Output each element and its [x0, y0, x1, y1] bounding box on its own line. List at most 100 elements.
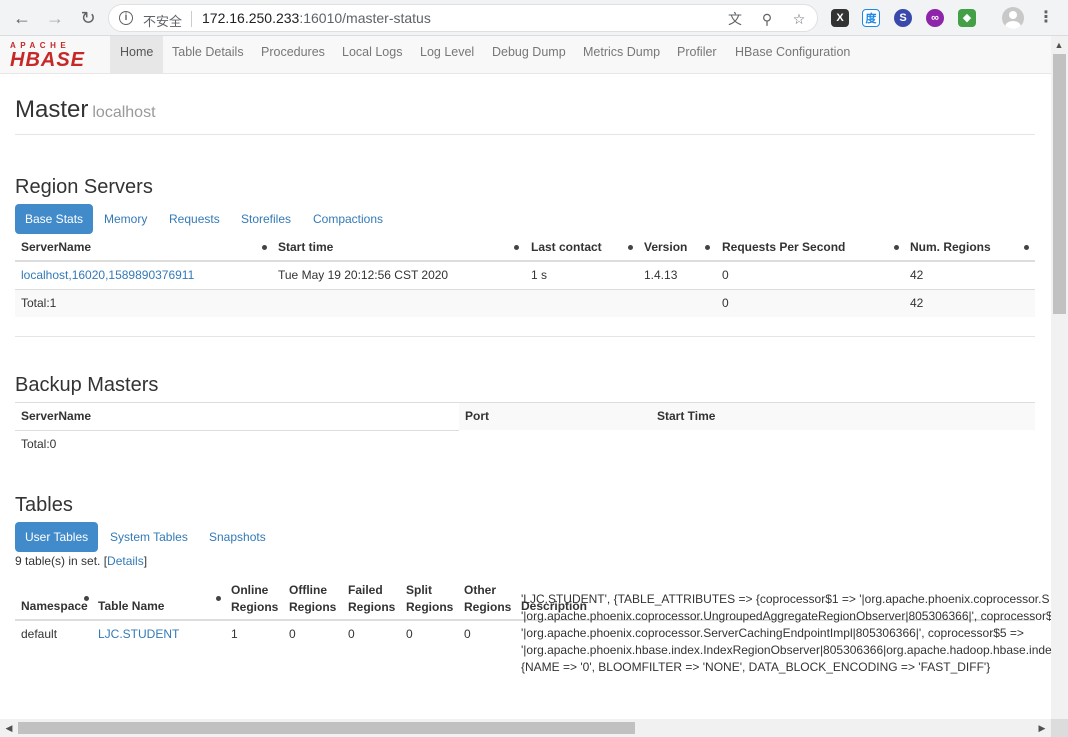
table-row: [459, 403, 1035, 430]
nav-hbase-configuration[interactable]: HBase Configuration: [725, 36, 860, 73]
col-port: Port: [465, 409, 489, 423]
info-icon[interactable]: i: [119, 11, 133, 25]
tab-system-tables[interactable]: System Tables: [100, 522, 198, 552]
sort-icon[interactable]: [705, 245, 710, 250]
server-start-time: Tue May 19 20:12:56 CST 2020: [278, 268, 449, 282]
col-table-name[interactable]: Table Name: [98, 599, 164, 613]
extension-du-icon[interactable]: 度: [862, 9, 880, 27]
col-other-regions[interactable]: Other Regions: [464, 582, 511, 616]
hbase-navbar: APACHE HBASE Home Table Details Procedur…: [0, 36, 1051, 74]
tab-compactions[interactable]: Compactions: [303, 204, 393, 234]
col-failed-regions[interactable]: Failed Regions: [348, 582, 395, 616]
nav-home[interactable]: Home: [110, 36, 164, 73]
nav-local-logs[interactable]: Local Logs: [332, 36, 412, 73]
col-servername: ServerName: [21, 409, 92, 423]
sort-icon[interactable]: [628, 245, 633, 250]
reload-icon[interactable]: ↻: [77, 7, 99, 29]
back-arrow-icon[interactable]: ←: [11, 7, 33, 29]
vertical-scroll-thumb[interactable]: [1053, 54, 1066, 314]
table-namespace: default: [21, 627, 58, 641]
server-regions: 42: [910, 268, 924, 282]
extension-circle-icon[interactable]: ∞: [926, 9, 944, 27]
server-rps: 0: [722, 268, 729, 282]
col-last-contact[interactable]: Last contact: [531, 240, 602, 254]
table-other-regions: 0: [464, 627, 471, 641]
table-count: 9 table(s) in set. [Details]: [15, 554, 148, 568]
hbase-logo[interactable]: APACHE HBASE: [10, 41, 102, 70]
col-requests-per-second[interactable]: Requests Per Second: [722, 240, 845, 254]
tables-heading: Tables: [15, 494, 73, 516]
url-text[interactable]: 172.16.250.233:16010/master-status: [202, 10, 431, 26]
browser-toolbar: ← → ↻ i 不安全 172.16.250.233:16010/master-…: [0, 0, 1068, 36]
region-servers-heading: Region Servers: [15, 176, 153, 198]
table-split-regions: 0: [406, 627, 413, 641]
col-start-time: Start Time: [657, 409, 716, 423]
more-menu-icon[interactable]: ⋮: [1036, 8, 1056, 28]
table-description: 'LJC.STUDENT', {TABLE_ATTRIBUTES => {cop…: [521, 592, 1051, 674]
scroll-left-icon[interactable]: ◀: [2, 721, 16, 735]
nav-debug-dump[interactable]: Debug Dump: [482, 36, 576, 73]
security-label: 不安全: [143, 14, 183, 29]
col-servername[interactable]: ServerName: [21, 240, 91, 254]
tab-base-stats[interactable]: Base Stats: [15, 204, 94, 234]
col-offline-regions[interactable]: Offline Regions: [289, 582, 336, 616]
details-link[interactable]: Details: [107, 554, 144, 568]
col-split-regions[interactable]: Split Regions: [406, 582, 453, 616]
total-servers: Total:1: [21, 296, 57, 310]
tab-user-tables[interactable]: User Tables: [15, 522, 99, 552]
sort-icon[interactable]: [1024, 245, 1029, 250]
col-online-regions[interactable]: Online Regions: [231, 582, 278, 616]
extension-s-icon[interactable]: S: [894, 9, 912, 27]
page-title: Master localhost: [15, 96, 156, 123]
zoom-icon[interactable]: ⚲: [759, 11, 775, 27]
server-version: 1.4.13: [644, 268, 678, 282]
forward-arrow-icon[interactable]: →: [44, 7, 66, 29]
table-failed-regions: 0: [348, 627, 355, 641]
nav-metrics-dump[interactable]: Metrics Dump: [573, 36, 670, 73]
sort-icon[interactable]: [514, 245, 519, 250]
nav-procedures[interactable]: Procedures: [251, 36, 335, 73]
col-namespace[interactable]: Namespace: [21, 599, 88, 613]
table-name-link[interactable]: LJC.STUDENT: [98, 627, 179, 641]
table-online-regions: 1: [231, 627, 238, 641]
row-divider: [15, 430, 459, 431]
table-header-line: [15, 260, 1035, 262]
address-bar[interactable]: i 不安全 172.16.250.233:16010/master-status…: [108, 4, 818, 32]
profile-avatar[interactable]: [1002, 7, 1024, 29]
divider: [15, 336, 1035, 337]
col-num-regions[interactable]: Num. Regions: [910, 240, 991, 254]
page-viewport: APACHE HBASE Home Table Details Procedur…: [0, 36, 1051, 719]
extension-cube-icon[interactable]: ◆: [958, 9, 976, 27]
nav-table-details[interactable]: Table Details: [162, 36, 254, 73]
tab-requests[interactable]: Requests: [159, 204, 230, 234]
tab-storefiles[interactable]: Storefiles: [231, 204, 301, 234]
scroll-up-icon[interactable]: ▲: [1052, 38, 1066, 52]
scrollbar-corner: [1051, 719, 1068, 737]
nav-log-level[interactable]: Log Level: [410, 36, 484, 73]
row-divider: [15, 289, 1035, 290]
col-version[interactable]: Version: [644, 240, 687, 254]
tab-snapshots[interactable]: Snapshots: [199, 522, 276, 552]
scroll-right-icon[interactable]: ▶: [1035, 721, 1049, 735]
table-offline-regions: 0: [289, 627, 296, 641]
total-rps: 0: [722, 296, 729, 310]
horizontal-scroll-thumb[interactable]: [18, 722, 635, 734]
total-backup-masters: Total:0: [21, 437, 57, 451]
master-host: localhost: [92, 104, 156, 121]
total-regions: 42: [910, 296, 924, 310]
table-row: [15, 289, 1035, 317]
tab-memory[interactable]: Memory: [94, 204, 157, 234]
server-link[interactable]: localhost,16020,1589890376911: [21, 268, 194, 282]
sort-icon[interactable]: [216, 596, 221, 601]
divider: [15, 134, 1035, 135]
extension-x-icon[interactable]: X: [831, 9, 849, 27]
translate-icon[interactable]: 文: [727, 11, 743, 27]
omnibox-divider: [191, 11, 192, 27]
backup-masters-heading: Backup Masters: [15, 374, 159, 396]
col-start-time[interactable]: Start time: [278, 240, 333, 254]
bookmark-star-icon[interactable]: ☆: [791, 11, 807, 27]
sort-icon[interactable]: [262, 245, 267, 250]
sort-icon[interactable]: [894, 245, 899, 250]
nav-profiler[interactable]: Profiler: [667, 36, 727, 73]
sort-icon[interactable]: [84, 596, 89, 601]
